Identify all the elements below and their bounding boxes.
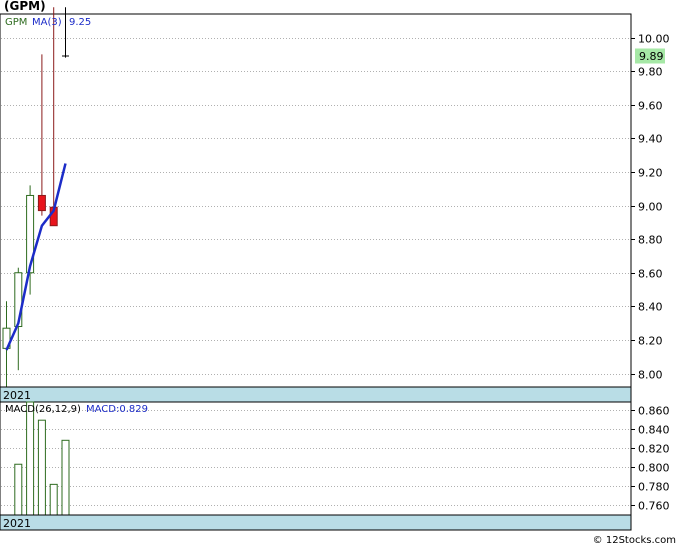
macd-legend-value: MACD:0.829: [86, 404, 148, 415]
last-price-label: 9.89: [639, 50, 664, 63]
macd-tick-label: 0.760: [638, 500, 670, 513]
chart-stage: (GPM) 8.00 8.20 8.40 8.60 8.80 9.00 9.20 9.40 9.…: [0, 0, 680, 546]
price-y-axis: 8.00 8.20 8.40 8.60 8.80 9.00 9.20 9.40 9.60 9.80…: [631, 33, 670, 382]
price-tick-label: 8.00: [638, 369, 663, 382]
price-plot-area: [0, 13, 632, 390]
macd-tick-label: 0.780: [638, 481, 670, 494]
macd-bar: [37, 419, 46, 516]
macd-bar: [61, 439, 70, 516]
macd-bar: [14, 463, 23, 516]
macd-tick-label: 0.800: [638, 462, 670, 475]
stock-chart: (GPM) 8.00 8.20 8.40 8.60 8.80 9.00 9.20 9.40 9.…: [0, 0, 676, 546]
price-tick-label: 8.60: [638, 268, 663, 281]
macd-tick-label: 0.820: [638, 443, 670, 456]
macd-legend-label: MACD(26,12,9): [5, 404, 81, 415]
price-panel: 8.00 8.20 8.40 8.60 8.80 9.00 9.20 9.40 9.60 9.80…: [0, 7, 670, 403]
macd-y-axis: 0.760 0.780 0.800 0.820 0.840 0.860: [631, 405, 670, 513]
legend-symbol: GPM: [5, 17, 27, 28]
price-tick-label: 8.20: [638, 335, 663, 348]
legend-ma-value: 9.25: [69, 17, 91, 28]
macd-plot-area: [0, 401, 632, 516]
price-tick-label: 10.00: [638, 33, 670, 46]
macd-bar: [26, 401, 35, 516]
macd-tick-label: 0.840: [638, 424, 670, 437]
price-year-label: 2021: [3, 389, 31, 402]
price-tick-label: 8.40: [638, 301, 663, 314]
price-tick-label: 9.20: [638, 167, 663, 180]
candle-body: [37, 194, 46, 212]
macd-date-band: [0, 514, 632, 531]
price-tick-label: 9.40: [638, 133, 663, 146]
macd-tick-label: 0.860: [638, 405, 670, 418]
macd-panel: 0.760 0.780 0.800 0.820 0.840 0.860 2021 MACD…: [0, 401, 670, 531]
price-tick-label: 9.80: [638, 66, 663, 79]
price-tick-label: 9.60: [638, 100, 663, 113]
price-date-band: [0, 386, 632, 403]
price-tick-label: 8.80: [638, 234, 663, 247]
price-tick-label: 9.00: [638, 201, 663, 214]
macd-bar: [49, 483, 58, 516]
legend-ma-label: MA(3): [32, 17, 62, 28]
footer-credit: © 12Stocks.com: [593, 535, 676, 546]
macd-year-label: 2021: [3, 517, 31, 530]
chart-title: (GPM): [4, 0, 46, 13]
